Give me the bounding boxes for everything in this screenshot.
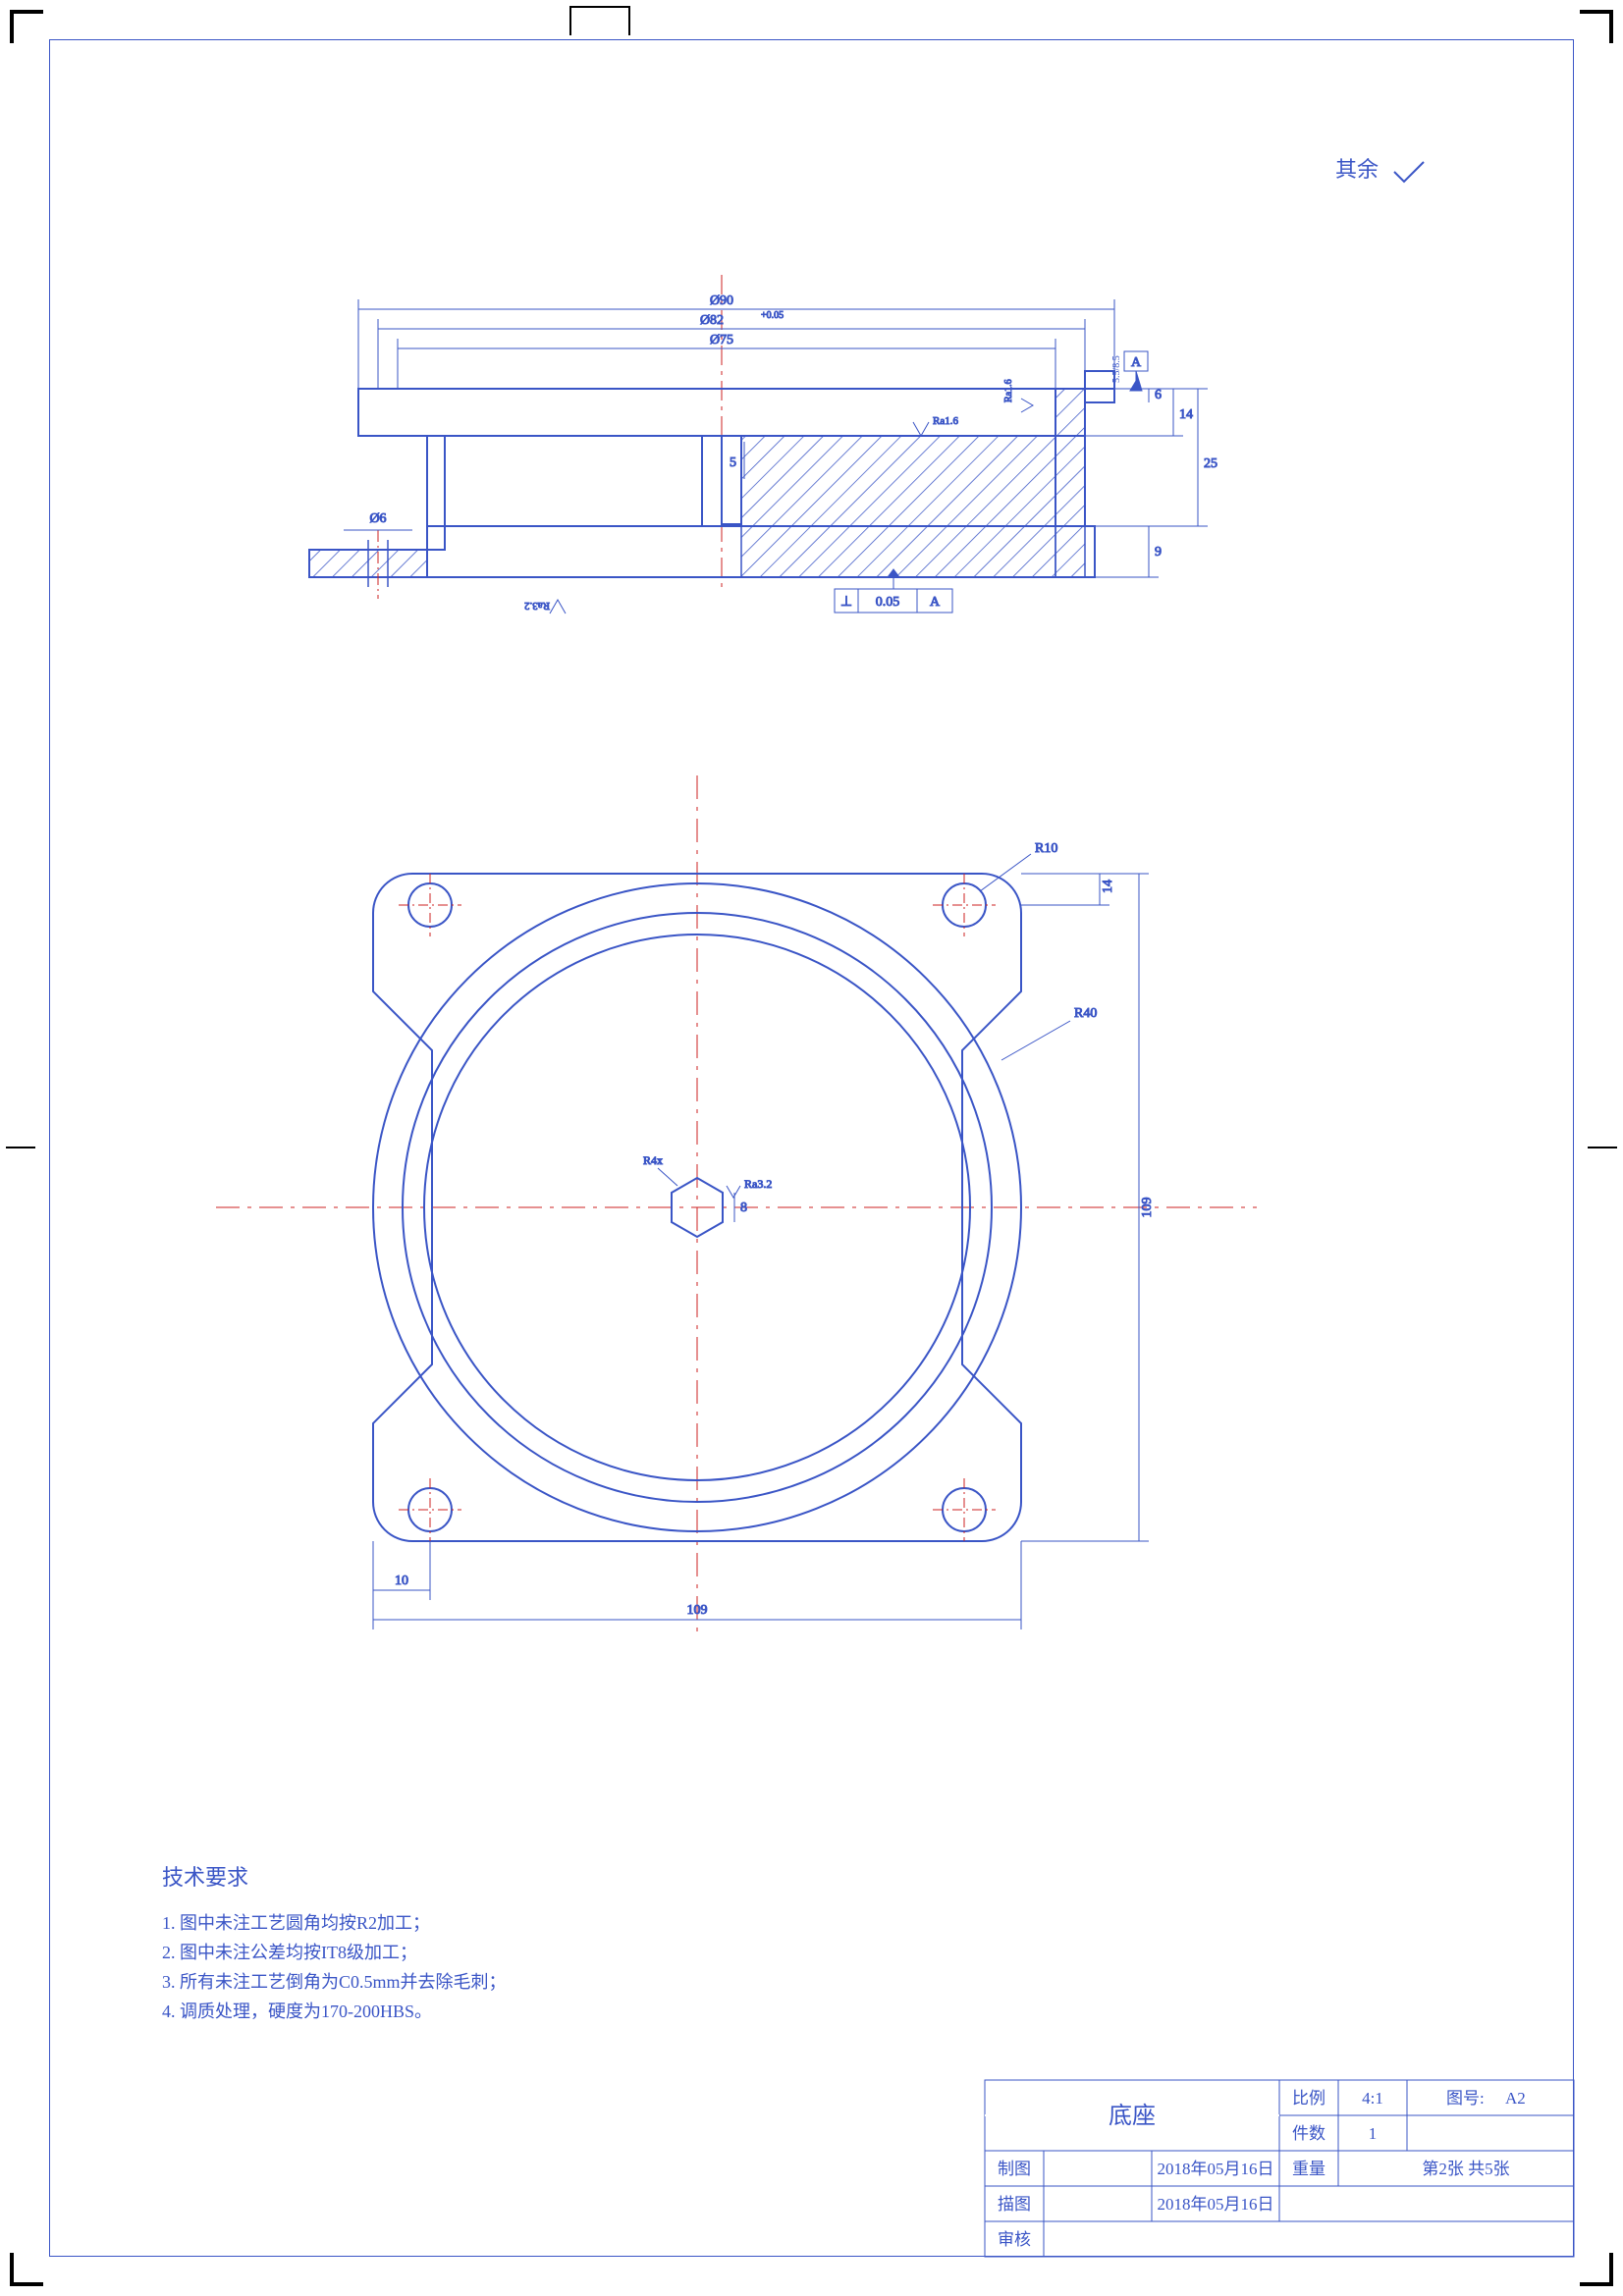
ra16b: Ra1.6 — [1003, 379, 1014, 402]
plan-w109: 109 — [687, 1603, 708, 1618]
plan-off14: 14 — [1101, 880, 1115, 893]
dim-d90: Ø90 — [710, 294, 733, 308]
part-name: 底座 — [1109, 2103, 1156, 2129]
sheet-label: 图号: — [1446, 2089, 1485, 2108]
tech-requirements: 技术要求 1. 图中未注工艺圆角均按R2加工； 2. 图中未注公差均按IT8级加… — [162, 1865, 849, 2061]
dim-h14: 14 — [1179, 407, 1193, 422]
section-view: Ø90 Ø82 +0.05 Ø75 Ø6 6 14 25 — [206, 294, 1237, 707]
plan-ra32: Ra3.2 — [744, 1177, 772, 1191]
gtol-ref: A — [930, 595, 941, 610]
note-1: 1. 图中未注工艺圆角均按R2加工； — [162, 1913, 430, 1933]
svg-text:⊥: ⊥ — [840, 595, 852, 610]
scale-value: 4:1 — [1362, 2089, 1383, 2108]
traced-label: 描图 — [998, 2195, 1031, 2214]
qty-value: 1 — [1369, 2124, 1378, 2143]
dim-h25: 25 — [1204, 456, 1217, 471]
ra32: Ra3.2 — [524, 600, 550, 612]
checked-label: 审核 — [998, 2230, 1031, 2249]
ra16: Ra1.6 — [933, 415, 958, 427]
traced-date: 2018年05月16日 — [1158, 2195, 1274, 2214]
mass-label: 重量 — [1292, 2160, 1325, 2178]
drawn-label: 制图 — [998, 2160, 1031, 2178]
page-info: 第2张 共5张 — [1422, 2160, 1509, 2178]
plan-r10: R10 — [1035, 841, 1057, 856]
scale-label: 比例 — [1292, 2089, 1325, 2108]
svg-text:0.05: 0.05 — [876, 595, 900, 610]
plan-off10: 10 — [395, 1574, 408, 1588]
note-4: 4. 调质处理，硬度为170-200HBS。 — [162, 2002, 432, 2021]
dim-h9: 9 — [1155, 545, 1162, 560]
plan-h109: 109 — [1140, 1198, 1155, 1218]
plan-r40: R40 — [1074, 1006, 1097, 1021]
dim-d6: Ø6 — [369, 511, 386, 526]
other-label: 其余 — [1335, 157, 1379, 182]
sheet-value: A2 — [1505, 2089, 1526, 2108]
dim-h6: 6 — [1155, 388, 1162, 402]
plan-r4x: R4x — [643, 1153, 663, 1167]
datum-a: A — [1131, 355, 1142, 370]
dim-rmin: 5.5/8.5 — [1111, 355, 1122, 383]
notes-heading: 技术要求 — [162, 1865, 248, 1890]
plan-view: Ra3.2 8 R4x R10 R40 109 10 — [255, 815, 1335, 1698]
drawn-date: 2018年05月16日 — [1158, 2160, 1274, 2178]
note-2: 2. 图中未注公差均按IT8级加工； — [162, 1943, 417, 1962]
dim-d75: Ø75 — [710, 333, 733, 347]
qty-label: 件数 — [1292, 2124, 1325, 2143]
dim-d82tol: +0.05 — [761, 310, 784, 321]
title-block: 底座 比例 4:1 图号: A2 件数 1 制图 2018年05月16日 重量 … — [985, 2080, 1574, 2257]
surface-default-note: 其余 — [1335, 157, 1532, 196]
note-3: 3. 所有未注工艺倒角为C0.5mm并去除毛刺； — [162, 1972, 507, 1992]
dim-h5: 5 — [730, 455, 736, 470]
dim-d82: Ø82 — [700, 313, 724, 328]
plan-h8: 8 — [740, 1201, 747, 1215]
